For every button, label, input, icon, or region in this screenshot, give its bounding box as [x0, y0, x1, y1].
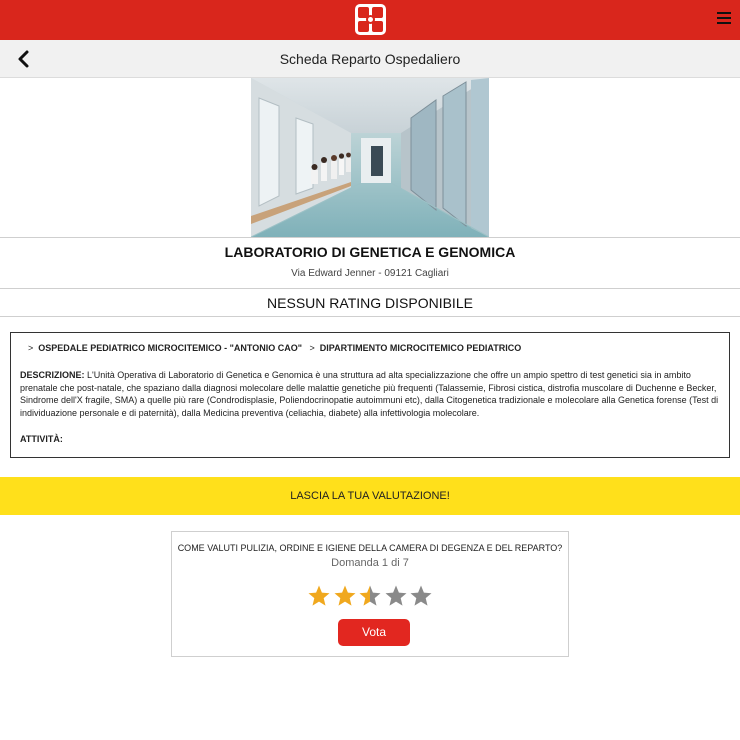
breadcrumb-separator: > — [28, 343, 34, 353]
menu-line — [717, 17, 731, 19]
menu-line — [717, 12, 731, 14]
activity-label: ATTIVITÀ: — [20, 434, 63, 444]
divider — [0, 288, 740, 289]
question-counter: Domanda 1 di 7 — [331, 557, 409, 569]
top-bar — [0, 0, 740, 40]
logo-icon[interactable] — [355, 4, 386, 35]
breadcrumb: > OSPEDALE PEDIATRICO MICROCITEMICO - "AN… — [28, 341, 721, 355]
breadcrumb-separator: > — [309, 343, 315, 353]
rating-status: NESSUN RATING DISPONIBILE — [267, 295, 473, 311]
survey-card: COME VALUTI PULIZIA, ORDINE E IGIENE DEL… — [171, 531, 569, 657]
ward-name: LABORATORIO DI GENETICA E GENOMICA — [224, 244, 516, 260]
survey-question: COME VALUTI PULIZIA, ORDINE E IGIENE DEL… — [177, 543, 563, 553]
star-icon[interactable] — [333, 584, 357, 608]
breadcrumb-hospital-link[interactable]: OSPEDALE PEDIATRICO MICROCITEMICO - "ANT… — [38, 343, 302, 353]
description-text: L'Unità Operativa di Laboratorio di Gene… — [20, 370, 719, 418]
star-icon[interactable] — [307, 584, 331, 608]
description-label: DESCRIZIONE: — [20, 370, 85, 380]
breadcrumb-department-link[interactable]: DIPARTIMENTO MICROCITEMICO PEDIATRICO — [320, 343, 522, 353]
hamburger-menu-icon[interactable] — [717, 12, 731, 24]
divider — [0, 316, 740, 317]
star-icon[interactable] — [384, 584, 408, 608]
vote-button[interactable]: Vota — [338, 619, 410, 646]
star-rating[interactable] — [307, 584, 437, 608]
menu-line — [717, 22, 731, 24]
star-icon[interactable] — [358, 584, 382, 608]
ward-description: DESCRIZIONE: L'Unità Operativa di Labora… — [20, 369, 721, 419]
ward-photo — [251, 78, 489, 237]
ward-address: Via Edward Jenner - 09121 Cagliari — [291, 268, 449, 279]
leave-review-button[interactable]: LASCIA LA TUA VALUTAZIONE! — [0, 477, 740, 515]
star-icon[interactable] — [409, 584, 433, 608]
divider — [0, 237, 740, 238]
ward-details-box: > OSPEDALE PEDIATRICO MICROCITEMICO - "AN… — [10, 332, 730, 458]
page-title: Scheda Reparto Ospedaliero — [279, 51, 461, 67]
logo-center — [366, 15, 375, 24]
nav-bar: Scheda Reparto Ospedaliero — [0, 40, 740, 78]
